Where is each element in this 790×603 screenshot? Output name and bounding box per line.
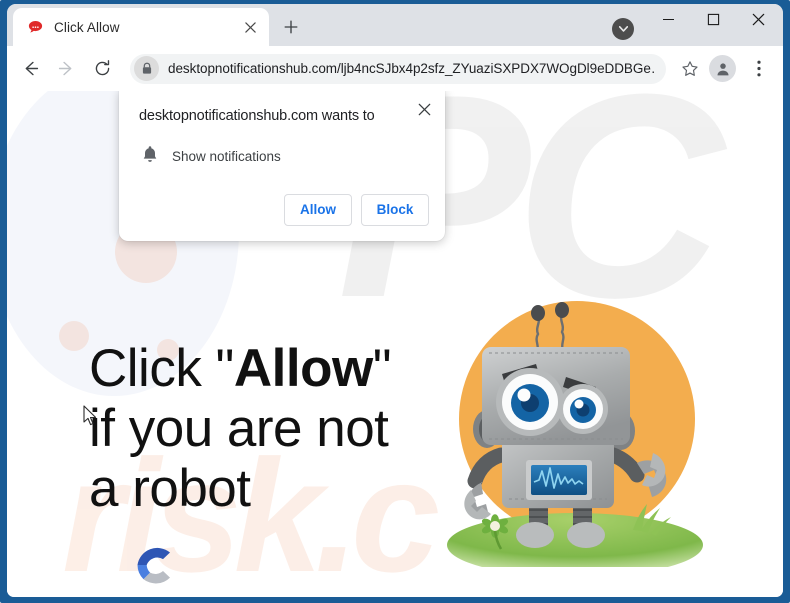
tab-strip: Click Allow: [7, 4, 783, 46]
back-button[interactable]: [13, 52, 47, 86]
allow-button[interactable]: Allow: [284, 193, 352, 226]
dialog-actions: Allow Block: [139, 193, 429, 226]
new-tab-button[interactable]: [275, 11, 307, 43]
tab-title-label: Click Allow: [54, 19, 120, 35]
permission-row: Show notifications: [139, 145, 429, 168]
tab-click-allow[interactable]: Click Allow: [13, 8, 269, 46]
dialog-close-icon[interactable]: [412, 97, 436, 121]
url-text: desktopnotificationshub.com/ljb4ncSJbx4p…: [168, 61, 654, 76]
notification-permission-dialog: desktopnotificationshub.com wants to Sho…: [119, 91, 445, 241]
forward-button[interactable]: [49, 52, 83, 86]
reload-button[interactable]: [85, 52, 119, 86]
maximize-button[interactable]: [691, 4, 736, 35]
address-bar[interactable]: desktopnotificationshub.com/ljb4ncSJbx4p…: [130, 53, 666, 84]
profile-avatar[interactable]: [709, 55, 736, 82]
e-captcha-c-logo-icon: [130, 547, 182, 595]
tab-close-icon[interactable]: [239, 16, 261, 38]
tab-search-dropdown-button[interactable]: [612, 18, 634, 40]
page-title: Click "Allow" if you are not a robot: [89, 339, 429, 519]
browser-window: Click Allow desktopnotificationshub.com/…: [7, 4, 783, 597]
dialog-title: desktopnotificationshub.com wants to: [139, 108, 375, 124]
e-captcha-badge: E-CAPTCHA: [101, 539, 211, 597]
permission-label: Show notifications: [172, 148, 281, 164]
block-button[interactable]: Block: [361, 193, 429, 226]
lock-icon[interactable]: [134, 56, 159, 81]
window-controls: [646, 4, 781, 46]
bookmark-star-icon[interactable]: [675, 54, 705, 84]
robot-illustration: [425, 277, 725, 577]
headline-allow-word: Allow: [233, 339, 373, 398]
browser-window-frame: Click Allow desktopnotificationshub.com/…: [0, 0, 790, 603]
minimize-button[interactable]: [646, 4, 691, 35]
browser-toolbar: desktopnotificationshub.com/ljb4ncSJbx4p…: [7, 46, 783, 91]
page-viewport: PC risk.c Click "Allow" if you are not a…: [7, 91, 783, 597]
bell-icon: [142, 145, 158, 168]
speech-bubble-favicon-icon: [27, 19, 44, 36]
headline-prefix: Click ": [89, 339, 234, 398]
close-window-button[interactable]: [736, 4, 781, 35]
watermark-dot: [59, 321, 89, 351]
three-dot-menu-icon[interactable]: [744, 54, 774, 84]
